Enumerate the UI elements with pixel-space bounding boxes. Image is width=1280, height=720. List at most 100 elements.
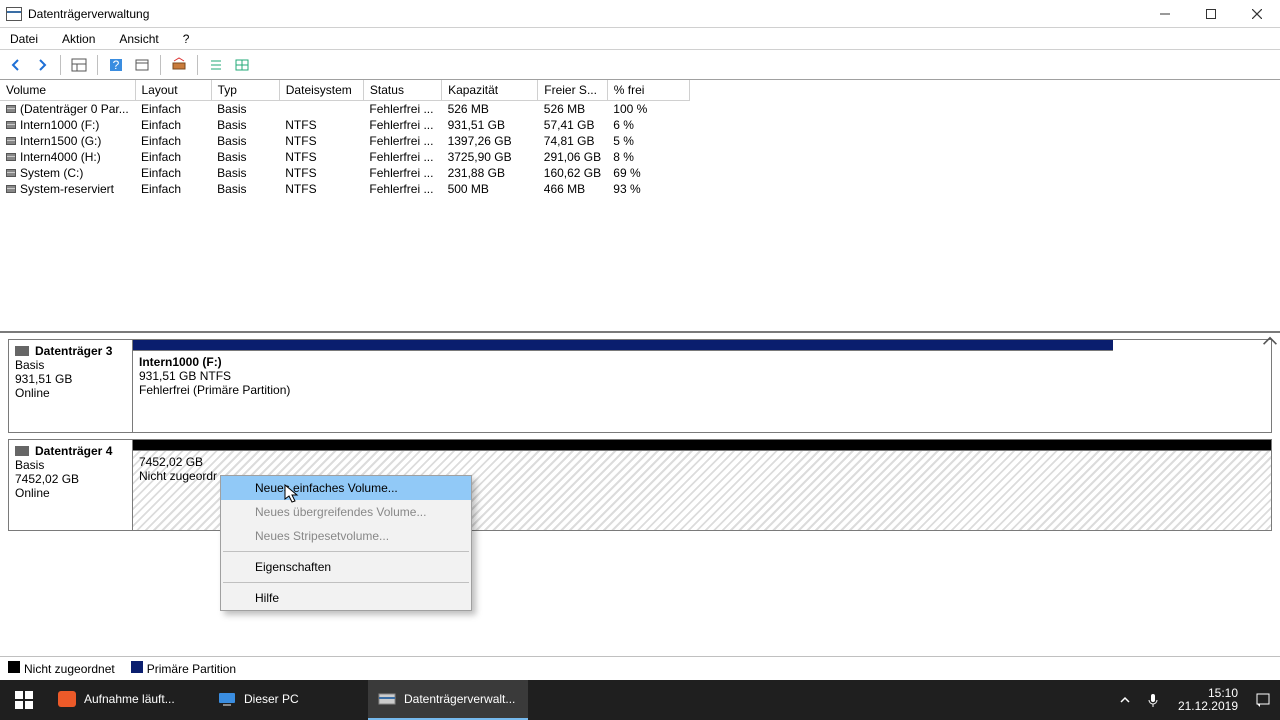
scroll-up-button[interactable] [1262,333,1278,349]
cell-layout: Einfach [135,181,211,197]
volume-table[interactable]: Volume Layout Typ Dateisystem Status Kap… [0,80,690,197]
col-status[interactable]: Status [363,80,441,101]
tray-notifications-icon[interactable] [1254,680,1272,720]
taskbar-clock[interactable]: 15:10 21.12.2019 [1172,687,1244,713]
cell-text: System-reserviert [20,182,114,196]
svg-text:?: ? [113,58,120,72]
swatch-primary-icon [131,661,143,673]
col-free[interactable]: Freier S... [538,80,608,101]
cell-free: 291,06 GB [538,149,608,165]
cell-text: 3725,90 GB [448,150,512,164]
disk-info-3: Datenträger 3 Basis 931,51 GB Online [9,340,133,432]
col-type[interactable]: Typ [211,80,279,101]
start-button[interactable] [0,680,48,720]
menu-view[interactable]: Ansicht [113,30,164,48]
cell-text: 6 % [613,118,634,132]
cell-text: NTFS [285,150,316,164]
close-button[interactable] [1234,0,1280,28]
ctx-properties[interactable]: Eigenschaften [221,555,471,579]
table-header-row: Volume Layout Typ Dateisystem Status Kap… [0,80,690,101]
cell-text: 74,81 GB [544,134,595,148]
cell-pct: 5 % [607,133,689,149]
cell-cap: 931,51 GB [442,117,538,133]
cell-pct: 6 % [607,117,689,133]
col-volume[interactable]: Volume [0,80,135,101]
system-tray: 15:10 21.12.2019 [1108,680,1280,720]
cell-status: Fehlerfrei ... [363,117,441,133]
cell-text: NTFS [285,134,316,148]
cell-status: Fehlerfrei ... [363,149,441,165]
list-button[interactable] [204,53,228,77]
cell-status: Fehlerfrei ... [363,165,441,181]
taskbar-app-diskmgmt[interactable]: Datenträgerverwalt... [368,680,528,720]
cell-text: 160,62 GB [544,166,601,180]
cell-cap: 231,88 GB [442,165,538,181]
disk-partitions-3: Intern1000 (F:) 931,51 GB NTFS Fehlerfre… [133,340,1113,432]
cell-vol: System (C:) [0,165,135,181]
disk-row-3[interactable]: Datenträger 3 Basis 931,51 GB Online Int… [8,339,1272,433]
minimize-button[interactable] [1142,0,1188,28]
window-title: Datenträgerverwaltung [28,7,149,21]
back-button[interactable] [4,53,28,77]
menu-action[interactable]: Aktion [56,30,101,48]
cell-text: Einfach [141,134,181,148]
layout-button[interactable] [67,53,91,77]
table-row[interactable]: System (C:)EinfachBasisNTFSFehlerfrei ..… [0,165,690,181]
col-layout[interactable]: Layout [135,80,211,101]
col-pct[interactable]: % frei [607,80,689,101]
disk-row-4[interactable]: Datenträger 4 Basis 7452,02 GB Online 74… [8,439,1272,531]
table-row[interactable]: Intern1000 (F:)EinfachBasisNTFSFehlerfre… [0,117,690,133]
taskbar-app-recorder[interactable]: Aufnahme läuft... [48,680,208,720]
cell-text: 8 % [613,150,634,164]
cell-free: 74,81 GB [538,133,608,149]
maximize-button[interactable] [1188,0,1234,28]
cell-text: 69 % [613,166,640,180]
tray-mic-icon[interactable] [1144,680,1162,720]
taskbar-app-thispc[interactable]: Dieser PC [208,680,368,720]
menu-file[interactable]: Datei [4,30,44,48]
disk-title: Datenträger 4 [35,444,112,458]
cell-text: NTFS [285,182,316,196]
cell-cap: 1397,26 GB [442,133,538,149]
recorder-icon [58,691,76,707]
cell-text: Fehlerfrei ... [369,102,433,116]
task-label: Dieser PC [244,692,299,706]
partition-line2: Fehlerfrei (Primäre Partition) [139,383,1107,397]
cell-text: 231,88 GB [448,166,505,180]
cell-text: 526 MB [544,102,585,116]
table-row[interactable]: System-reserviertEinfachBasisNTFSFehlerf… [0,181,690,197]
cell-text: Einfach [141,118,181,132]
col-fs[interactable]: Dateisystem [279,80,363,101]
tray-chevron-up-icon[interactable] [1116,680,1134,720]
separator [97,55,98,75]
grid-button[interactable] [230,53,254,77]
rescan-button[interactable] [167,53,191,77]
cell-layout: Einfach [135,117,211,133]
disk-state: Online [15,386,126,400]
cell-cap: 500 MB [442,181,538,197]
legend: Nicht zugeordnet Primäre Partition [0,656,1280,680]
help-button[interactable]: ? [104,53,128,77]
table-row[interactable]: Intern4000 (H:)EinfachBasisNTFSFehlerfre… [0,149,690,165]
cell-text: NTFS [285,166,316,180]
col-capacity[interactable]: Kapazität [442,80,538,101]
cell-text: 93 % [613,182,640,196]
table-row[interactable]: (Datenträger 0 Par...EinfachBasisFehlerf… [0,101,690,118]
volume-icon [6,137,16,145]
forward-button[interactable] [30,53,54,77]
menu-help[interactable]: ? [177,30,196,48]
separator [60,55,61,75]
partition-body[interactable]: Intern1000 (F:) 931,51 GB NTFS Fehlerfre… [133,350,1113,432]
ctx-help[interactable]: Hilfe [221,586,471,610]
cell-layout: Einfach [135,149,211,165]
refresh-button[interactable] [130,53,154,77]
cell-text: Einfach [141,102,181,116]
cell-vol: System-reserviert [0,181,135,197]
disk-type: Basis [15,458,126,472]
ctx-new-spanned-volume: Neues übergreifendes Volume... [221,500,471,524]
cell-status: Fehlerfrei ... [363,133,441,149]
pc-icon [218,691,236,707]
table-row[interactable]: Intern1500 (G:)EinfachBasisNTFSFehlerfre… [0,133,690,149]
ctx-new-simple-volume[interactable]: Neues einfaches Volume... [221,476,471,500]
cell-cap: 526 MB [442,101,538,118]
